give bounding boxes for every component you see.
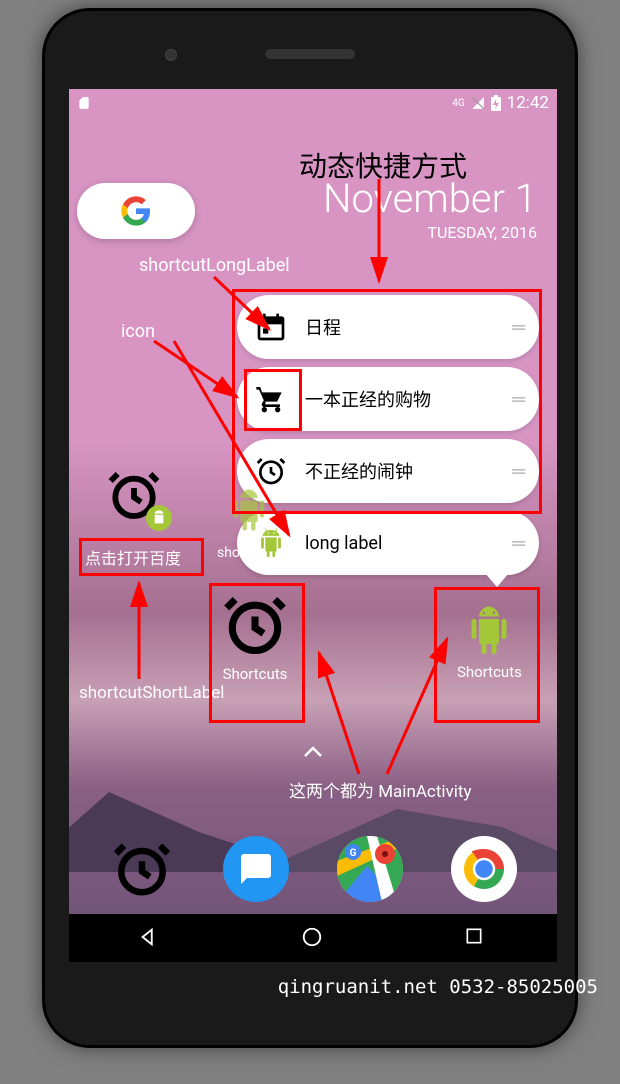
drag-handle-icon[interactable]: ═ [512,533,523,554]
date-widget: November 1 [323,175,537,222]
sho-label: sho [217,545,240,561]
google-logo-icon [120,195,152,227]
app-drawer-indicator[interactable] [303,743,323,762]
svg-text:G: G [350,848,357,859]
phone-screen: 4G 12:42 动态快捷方式 November 1 TUESDAY, 2016… [69,89,557,962]
redbox-cart-icon [244,369,302,431]
dock-messages[interactable] [223,836,289,902]
nav-home-button[interactable] [301,926,325,950]
network-icon: 4G [452,98,464,109]
android-badge-icon [146,505,172,531]
day-widget: TUESDAY, 2016 [427,223,537,242]
dock: G [69,830,557,908]
popup-tail [485,573,509,587]
dock-maps[interactable]: G [337,836,403,902]
redbox-clock-app [209,583,305,723]
annotation-icon: icon [121,321,155,342]
camera-dot [165,49,177,61]
speaker-grill [265,49,355,59]
annotation-shortlabel: shortcutShortLabel [79,683,224,703]
dock-chrome[interactable] [451,836,517,902]
shortcut-label: long label [305,533,512,554]
signal-icon [471,96,485,110]
shortcut-item-longlabel[interactable]: long label ═ [237,511,539,575]
sdcard-icon [77,96,91,110]
alarm-icon [111,838,173,900]
annotation-longlabel: shortcutLongLabel [139,255,290,276]
phone-frame: 4G 12:42 动态快捷方式 November 1 TUESDAY, 2016… [42,8,578,1048]
navigation-bar [69,914,557,962]
status-bar: 4G 12:42 [69,89,557,117]
battery-icon [491,95,501,111]
watermark: qingruanit.net 0532-85025005 [278,976,598,998]
annotation-mainactivity: 这两个都为 MainActivity [289,777,471,802]
status-time: 12:42 [507,93,549,113]
google-search-pill[interactable] [77,183,195,239]
nav-back-button[interactable] [138,926,162,950]
maps-icon: G [337,836,403,902]
home-shortcut-baidu[interactable] [104,465,164,525]
redbox-android-app [434,587,540,723]
redbox-baidu-label [79,538,204,576]
dock-clock[interactable] [109,836,175,902]
chrome-icon [454,839,514,899]
message-icon [238,851,274,887]
nav-recents-button[interactable] [464,926,488,950]
